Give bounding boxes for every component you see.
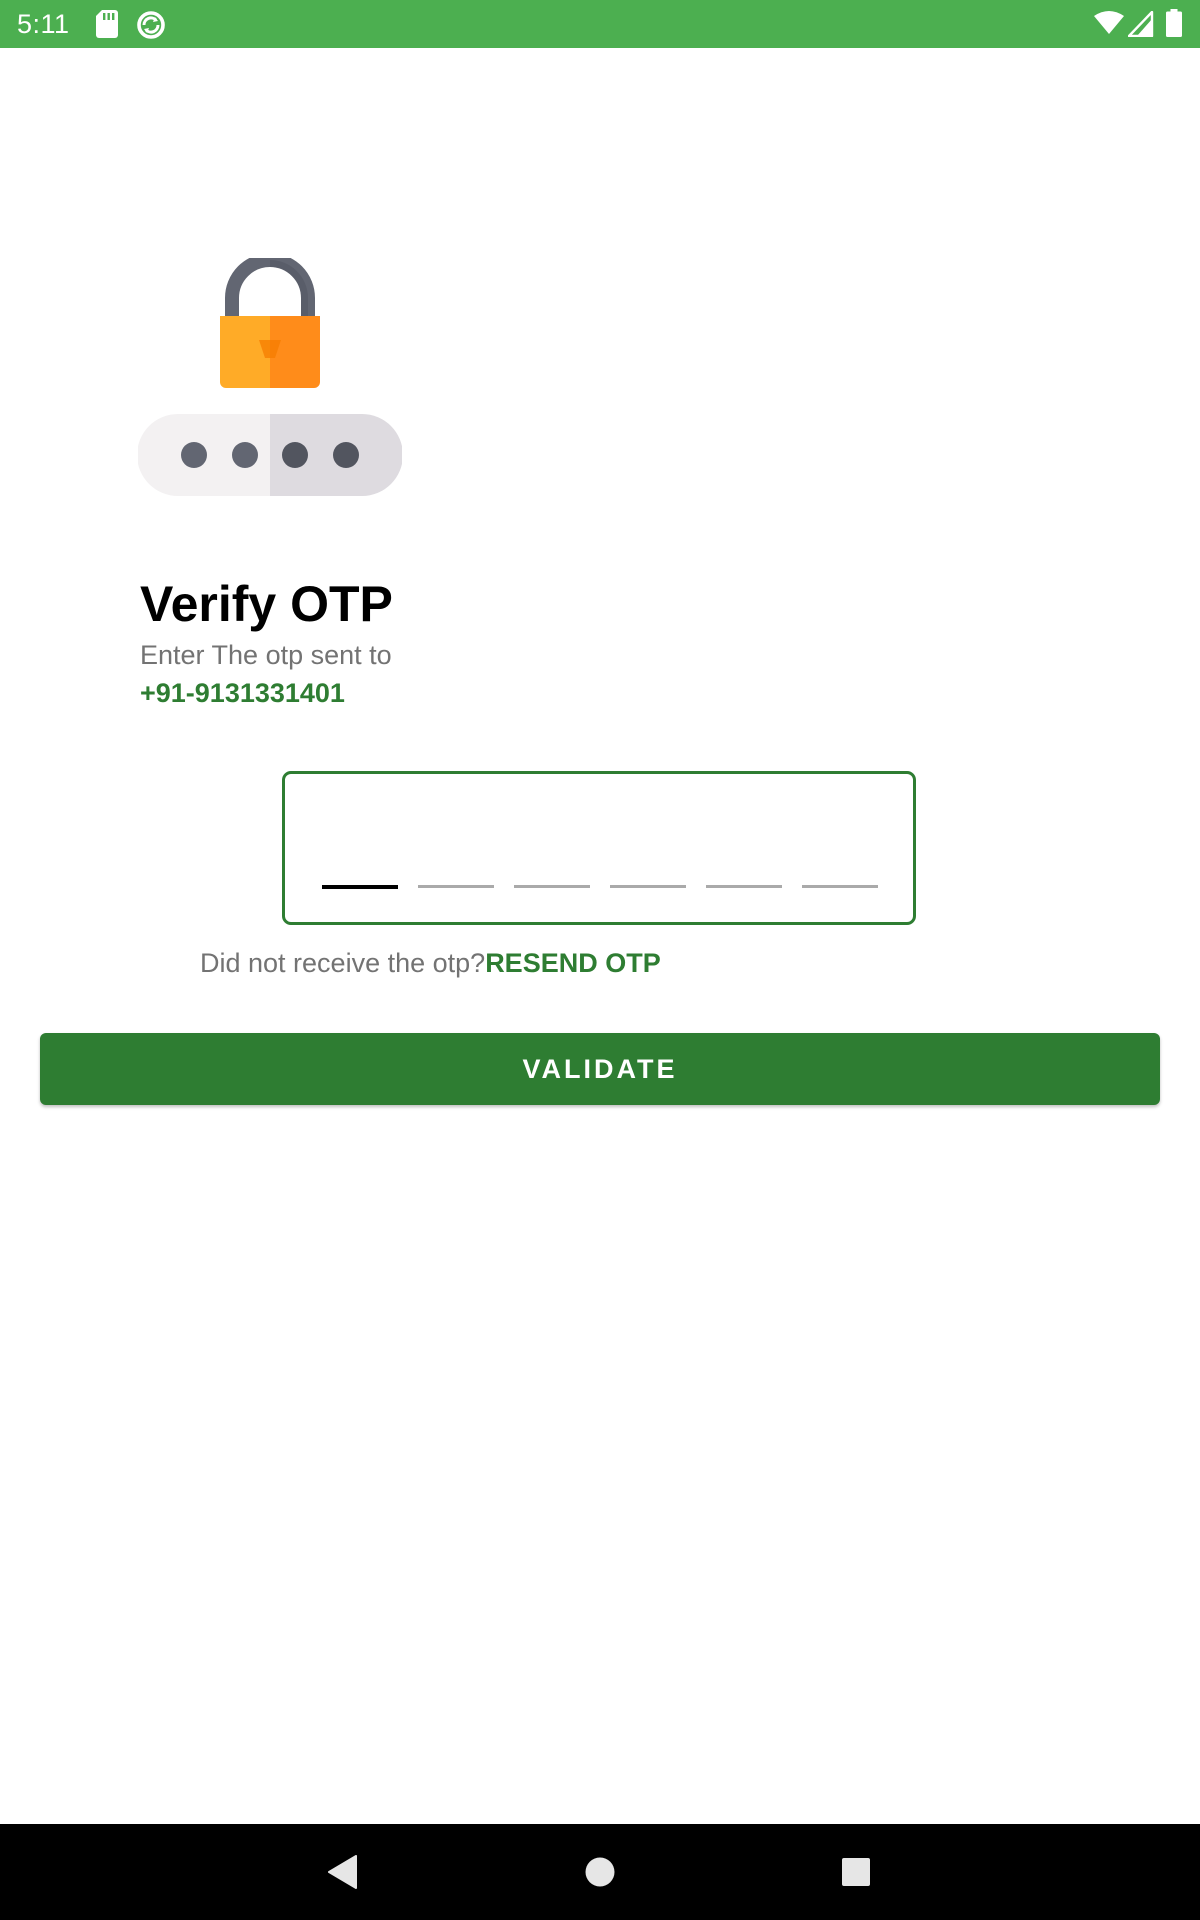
otp-digit-slot[interactable] bbox=[322, 885, 398, 889]
otp-instruction: Enter The otp sent to bbox=[140, 640, 392, 670]
otp-digit-slot[interactable] bbox=[610, 885, 686, 888]
navigation-bar bbox=[0, 1824, 1200, 1920]
status-time: 5:11 bbox=[17, 9, 70, 39]
battery-icon bbox=[1166, 9, 1182, 37]
sd-card-icon bbox=[96, 10, 118, 38]
resend-otp-link[interactable]: RESEND OTP bbox=[485, 948, 661, 978]
home-icon bbox=[585, 1857, 615, 1887]
back-button[interactable] bbox=[294, 1824, 390, 1920]
wifi-icon bbox=[1094, 11, 1124, 34]
page-title: Verify OTP bbox=[140, 576, 393, 632]
recents-icon bbox=[842, 1858, 870, 1886]
cell-signal-icon bbox=[1128, 11, 1154, 37]
otp-digit-slot[interactable] bbox=[706, 885, 782, 888]
back-icon bbox=[328, 1855, 357, 1889]
phone-number: +91-9131331401 bbox=[140, 678, 345, 708]
recents-button[interactable] bbox=[808, 1824, 904, 1920]
otp-illustration bbox=[137, 253, 403, 498]
otp-input[interactable] bbox=[282, 771, 916, 925]
status-bar: 5:11 bbox=[0, 0, 1200, 48]
home-button[interactable] bbox=[552, 1824, 648, 1920]
resend-row: Did not receive the otp?RESEND OTP bbox=[200, 948, 661, 978]
otp-digit-slot[interactable] bbox=[418, 885, 494, 888]
lock-password-icon bbox=[137, 253, 403, 496]
otp-digit-slot[interactable] bbox=[514, 885, 590, 888]
sync-icon bbox=[137, 11, 165, 39]
validate-button[interactable]: VALIDATE bbox=[40, 1033, 1160, 1105]
otp-digit-slot[interactable] bbox=[802, 885, 878, 888]
resend-prompt: Did not receive the otp? bbox=[200, 948, 486, 978]
